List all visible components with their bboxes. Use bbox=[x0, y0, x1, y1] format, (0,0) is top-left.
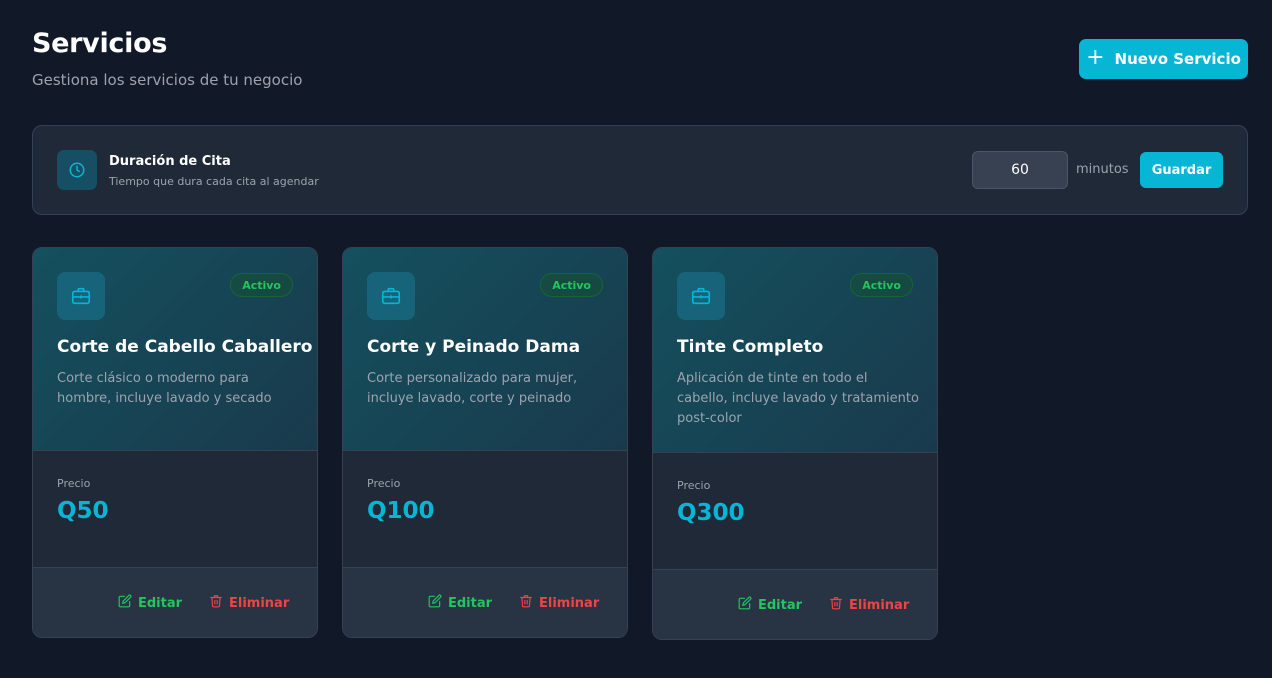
status-badge: Activo bbox=[230, 273, 293, 297]
service-actions: Editar Eliminar bbox=[33, 567, 317, 637]
service-card-header: Activo Corte de Cabello Caballero Corte … bbox=[33, 248, 317, 451]
edit-icon bbox=[118, 594, 132, 612]
page-subtitle: Gestiona los servicios de tu negocio bbox=[32, 71, 303, 89]
duration-description: Tiempo que dura cada cita al agendar bbox=[109, 175, 319, 188]
service-price-section: Precio Q50 bbox=[33, 451, 317, 567]
price-value: Q50 bbox=[57, 498, 109, 524]
duration-title: Duración de Cita bbox=[109, 154, 231, 169]
service-card: Activo Tinte Completo Aplicación de tint… bbox=[652, 247, 938, 640]
briefcase-icon bbox=[57, 272, 105, 320]
delete-service-button[interactable]: Eliminar bbox=[829, 596, 909, 614]
delete-service-button[interactable]: Eliminar bbox=[519, 594, 599, 612]
service-description: Aplicación de tinte en todo el cabello, … bbox=[677, 371, 919, 426]
edit-icon bbox=[428, 594, 442, 612]
price-label: Precio bbox=[677, 479, 711, 492]
trash-icon bbox=[829, 596, 843, 614]
delete-label: Eliminar bbox=[229, 595, 290, 611]
service-price-section: Precio Q300 bbox=[653, 453, 937, 569]
save-duration-button[interactable]: Guardar bbox=[1140, 152, 1223, 188]
edit-label: Editar bbox=[758, 597, 803, 613]
price-value: Q300 bbox=[677, 500, 745, 526]
page-title: Servicios bbox=[32, 28, 168, 59]
service-actions: Editar Eliminar bbox=[653, 569, 937, 639]
delete-service-button[interactable]: Eliminar bbox=[209, 594, 289, 612]
appointment-duration-panel: Duración de Cita Tiempo que dura cada ci… bbox=[32, 125, 1248, 215]
delete-label: Eliminar bbox=[849, 597, 910, 613]
status-badge: Activo bbox=[850, 273, 913, 297]
briefcase-icon bbox=[677, 272, 725, 320]
delete-label: Eliminar bbox=[539, 595, 600, 611]
new-service-button[interactable]: + Nuevo Servicio bbox=[1079, 39, 1248, 79]
price-label: Precio bbox=[367, 477, 401, 490]
plus-icon: + bbox=[1086, 45, 1105, 70]
duration-unit-label: minutos bbox=[1076, 162, 1129, 177]
edit-service-button[interactable]: Editar bbox=[738, 596, 802, 614]
service-name: Corte de Cabello Caballero bbox=[57, 337, 313, 357]
duration-minutes-input[interactable] bbox=[972, 151, 1068, 189]
edit-label: Editar bbox=[138, 595, 183, 611]
new-service-label: Nuevo Servicio bbox=[1114, 50, 1241, 68]
price-value: Q100 bbox=[367, 498, 435, 524]
service-description: Corte personalizado para mujer, incluye … bbox=[367, 371, 578, 406]
services-page: Servicios Gestiona los servicios de tu n… bbox=[0, 0, 1272, 678]
service-name: Corte y Peinado Dama bbox=[367, 337, 581, 357]
clock-icon bbox=[57, 150, 97, 190]
service-card-header: Activo Corte y Peinado Dama Corte person… bbox=[343, 248, 627, 451]
status-badge: Activo bbox=[540, 273, 603, 297]
service-price-section: Precio Q100 bbox=[343, 451, 627, 567]
service-card: Activo Corte de Cabello Caballero Corte … bbox=[32, 247, 318, 638]
edit-label: Editar bbox=[448, 595, 493, 611]
trash-icon bbox=[209, 594, 223, 612]
page-header: Servicios Gestiona los servicios de tu n… bbox=[32, 28, 302, 89]
edit-icon bbox=[738, 596, 752, 614]
service-description: Corte clásico o moderno para hombre, inc… bbox=[57, 371, 272, 406]
service-card-header: Activo Tinte Completo Aplicación de tint… bbox=[653, 248, 937, 453]
briefcase-icon bbox=[367, 272, 415, 320]
service-actions: Editar Eliminar bbox=[343, 567, 627, 637]
price-label: Precio bbox=[57, 477, 91, 490]
edit-service-button[interactable]: Editar bbox=[118, 594, 182, 612]
service-name: Tinte Completo bbox=[677, 337, 824, 357]
service-card: Activo Corte y Peinado Dama Corte person… bbox=[342, 247, 628, 638]
edit-service-button[interactable]: Editar bbox=[428, 594, 492, 612]
trash-icon bbox=[519, 594, 533, 612]
